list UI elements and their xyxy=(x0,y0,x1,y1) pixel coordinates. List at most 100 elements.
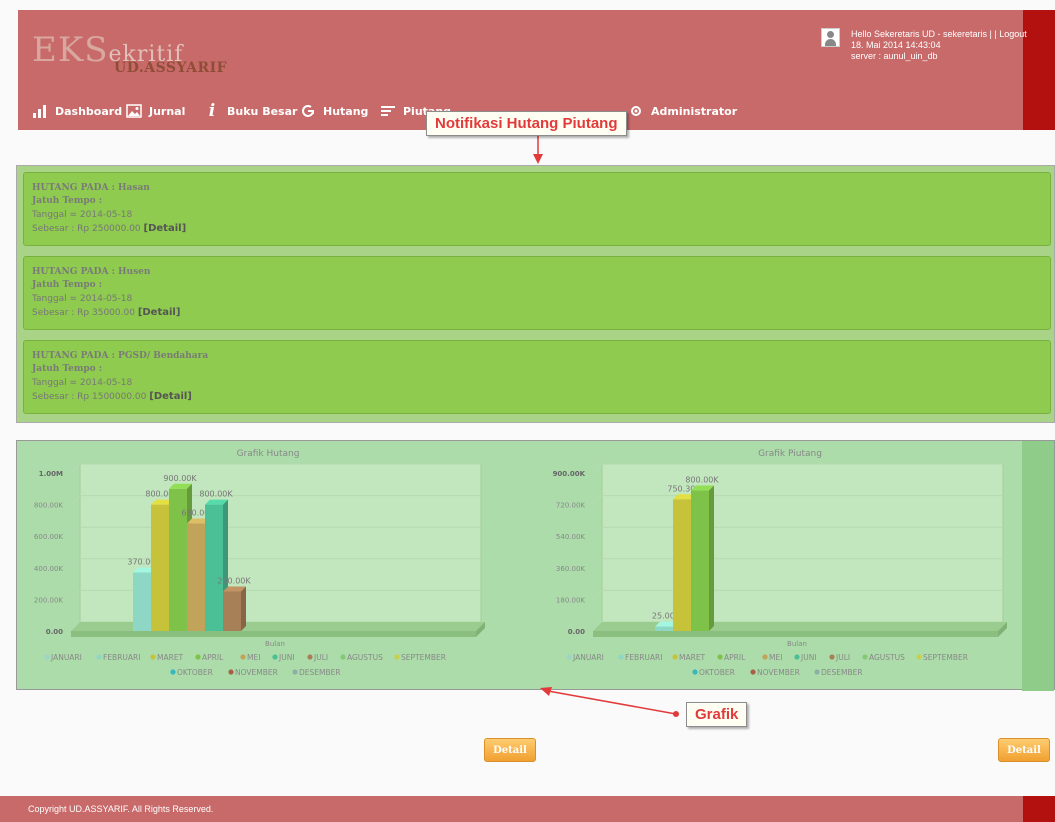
nav-administrator[interactable]: Administrator xyxy=(628,92,737,130)
chart-legend-label: MARET xyxy=(679,653,706,662)
chart-bar xyxy=(133,572,151,631)
chart-legend-marker xyxy=(750,669,756,675)
chart-gridline-diag xyxy=(70,590,81,600)
chart-bar xyxy=(655,626,673,631)
chart-legend-label: NOVEMBER xyxy=(757,668,800,677)
chart-y-tick-label: 360.00K xyxy=(556,565,585,573)
chart-legend-label: AGUSTUS xyxy=(869,653,905,662)
chart-legend-marker xyxy=(916,654,922,660)
chart-x-axis-label: Bulan xyxy=(265,640,285,648)
chart-bar xyxy=(187,523,205,631)
chart-gridline-diag xyxy=(592,558,603,569)
notification-card: HUTANG PADA : Husen Jatuh Tempo : Tangga… xyxy=(23,256,1051,330)
callout-notifikasi: Notifikasi Hutang Piutang xyxy=(426,111,627,136)
nav-hutang[interactable]: Hutang xyxy=(300,92,368,130)
chart-legend-label: DESEMBER xyxy=(821,668,863,677)
notification-detail-link[interactable]: [Detail] xyxy=(144,223,187,234)
chart-legend-label: MEI xyxy=(247,653,260,662)
chart-bar xyxy=(223,591,241,631)
chart-gridline-diag xyxy=(70,558,81,569)
chart-y-tick-label: 0.00 xyxy=(568,628,585,636)
chart-hutang: Grafik Hutang 0.00 200.00K 400.00K 600.00K 8… xyxy=(23,441,513,689)
detail-button-piutang[interactable]: Detail xyxy=(998,738,1050,762)
callout-arrow-head xyxy=(533,154,543,164)
notification-amount: Sebesar : Rp 35000.00 [Detail] xyxy=(32,307,181,318)
chart-gridline-diag xyxy=(592,463,603,474)
chart-legend-marker xyxy=(618,654,624,660)
callout-arrow-line xyxy=(547,690,677,715)
chart-legend-label: JULI xyxy=(835,653,850,662)
chart-legend-marker xyxy=(272,654,278,660)
chart-y-tick-label: 180.00K xyxy=(556,596,585,604)
google-icon xyxy=(302,105,314,117)
nav-dashboard[interactable]: Dashboard xyxy=(32,92,122,130)
detail-button-hutang[interactable]: Detail xyxy=(484,738,536,762)
chart-y-tick-label: 400.00K xyxy=(34,565,63,573)
callout-arrow-dot xyxy=(673,711,679,717)
chart-legend-marker xyxy=(228,669,234,675)
nav-label: Administrator xyxy=(651,104,738,118)
chart-legend-marker xyxy=(829,654,835,660)
chart-legend-label: OKTOBER xyxy=(699,668,735,677)
chart-legend-marker xyxy=(814,669,820,675)
user-datetime: 18. Mai 2014 14:43:04 xyxy=(851,40,941,50)
chart-legend-label: OKTOBER xyxy=(177,668,213,677)
chart-legend-marker xyxy=(96,654,102,660)
image-icon xyxy=(126,104,142,118)
chart-legend-marker xyxy=(240,654,246,660)
notification-title: HUTANG PADA : Husen xyxy=(32,267,151,277)
chart-legend-marker xyxy=(44,654,50,660)
notification-detail-link[interactable]: [Detail] xyxy=(138,307,181,318)
chart-y-tick-label: 900.00K xyxy=(553,470,586,478)
chart-legend-label: JULI xyxy=(313,653,328,662)
user-greeting[interactable]: Hello Sekeretaris UD - sekeretaris | | L… xyxy=(851,29,1027,39)
chart-legend-marker xyxy=(394,654,400,660)
chart-bar-side xyxy=(709,485,714,631)
chart-panel: Grafik Hutang 0.00 200.00K 400.00K 600.00K 8… xyxy=(16,440,1055,691)
chart-legend-marker xyxy=(170,669,176,675)
chart-legend-label: JANUARI xyxy=(572,653,604,662)
chart-legend-marker xyxy=(717,654,723,660)
nav-buku-besar[interactable]: i Buku Besar xyxy=(204,92,298,130)
chart-y-tick-label: 800.00K xyxy=(34,502,63,510)
nav-label: Jurnal xyxy=(149,104,186,118)
chart-piutang-svg: 0.00180.00K360.00K540.00K720.00K900.00K2… xyxy=(553,463,1007,677)
chart-legend-marker xyxy=(692,669,698,675)
chart-piutang: Grafik Piutang 0.00 180.00K 360.00K 540.00K… xyxy=(545,441,1035,689)
footer-strip xyxy=(1023,796,1055,822)
chart-data-label: 900.00K xyxy=(163,474,197,483)
server-name: server : aunul_uin_db xyxy=(851,51,938,61)
notification-title: HUTANG PADA : PGSD/ Bendahara xyxy=(32,351,209,361)
chart-x-axis-label: Bulan xyxy=(787,640,807,648)
nav-jurnal[interactable]: Jurnal xyxy=(126,92,185,130)
chart-gridline-diag xyxy=(592,590,603,600)
notification-amount: Sebesar : Rp 1500000.00 [Detail] xyxy=(32,391,192,402)
chart-bar xyxy=(673,499,691,631)
chart-gridline-diag xyxy=(70,463,81,474)
notification-amount: Sebesar : Rp 250000.00 [Detail] xyxy=(32,223,187,234)
notification-date: Tanggal = 2014-05-18 xyxy=(32,210,133,220)
footer: Copyright UD.ASSYARIF. All Rights Reserv… xyxy=(0,796,1055,822)
chart-bar xyxy=(205,504,223,631)
chart-y-tick-label: 600.00K xyxy=(34,533,63,541)
notification-card: HUTANG PADA : Hasan Jatuh Tempo : Tangga… xyxy=(23,172,1051,246)
info-icon: i xyxy=(208,101,216,121)
notification-panel: HUTANG PADA : Hasan Jatuh Tempo : Tangga… xyxy=(16,165,1055,423)
user-box: Hello Sekeretaris UD - sekeretaris | | L… xyxy=(821,28,1055,70)
notification-due: Jatuh Tempo : xyxy=(32,280,103,290)
chart-gridline-diag xyxy=(70,526,81,537)
chart-gridline-diag xyxy=(70,495,81,505)
chart-data-label: 800.00K xyxy=(199,490,233,499)
chart-legend-marker xyxy=(307,654,313,660)
logo-sub: UD.ASSYARIF xyxy=(114,60,228,76)
chart-legend-label: NOVEMBER xyxy=(235,668,278,677)
chart-gridline-diag xyxy=(592,526,603,537)
logo[interactable]: EKSekritif UD.ASSYARIF xyxy=(32,30,232,90)
callout-grafik: Grafik xyxy=(686,702,748,727)
chart-legend-label: APRIL xyxy=(724,653,746,662)
nav-label: Dashboard xyxy=(55,104,123,118)
chart-legend-label: JUNI xyxy=(800,653,817,662)
chart-hutang-svg: 0.00200.00K400.00K600.00K800.00K1.00M370… xyxy=(34,463,485,677)
notification-detail-link[interactable]: [Detail] xyxy=(149,391,192,402)
chart-y-tick-label: 540.00K xyxy=(556,533,585,541)
